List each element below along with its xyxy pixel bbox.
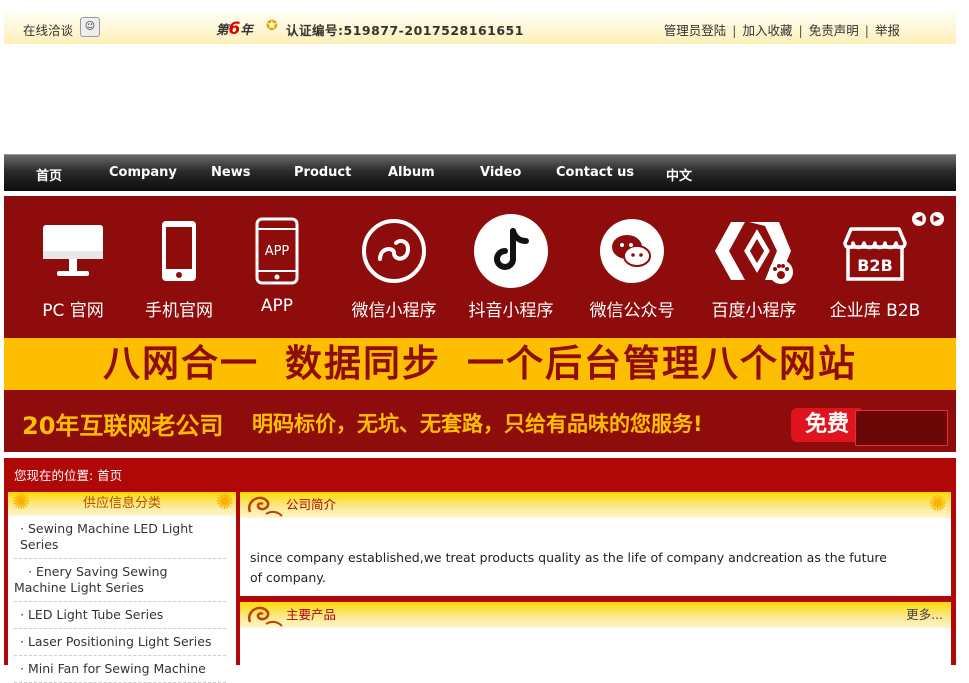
flower-icon: ✺ [215,492,234,515]
free-button[interactable]: 免费 [791,408,861,442]
sidebar-item[interactable]: · LED Light Tube Series [14,602,226,629]
nav-item-contact[interactable]: Contact us [556,165,634,180]
qq-chat-icon[interactable]: ☺ [80,17,100,37]
certification-number: 认证编号:519877-2017528161651 [286,23,524,38]
banner-item-pc: PC 官网 [23,216,123,321]
sidebar-item[interactable]: · Sewing Machine LED Light Series [14,516,226,559]
panel-header: 主要产品 更多... [240,602,951,628]
wechat-miniprogram-icon [362,219,426,283]
mobile-icon [162,221,196,281]
swirl-icon [247,496,283,517]
add-favorite-link[interactable]: 加入收藏 [743,23,793,38]
banner-item-b2b: B2B 企业库 B2B [825,216,925,321]
monitor-icon [43,225,103,276]
banner-label: 微信小程序 [351,301,437,321]
main-navigation: 首页 Company News Product Album Video Cont… [4,154,956,191]
pricing-slogan: 明码标价，无坑、无套路，只给有品味的您服务! [252,412,703,436]
b2b-glyph-text: B2B [857,256,893,275]
banner-tagline: 20年互联网老公司 明码标价，无坑、无套路，只给有品味的您服务! 免费 [4,394,956,452]
banner-item-wechat: 微信公众号 [582,216,682,321]
sidebar-title: 供应信息分类 [82,496,161,511]
nav-item-video[interactable]: Video [480,165,521,180]
products-title: 主要产品 [286,607,337,622]
app-glyph-text: APP [265,244,290,259]
content-area: 您现在的位置: 首页 ✺ 供应信息分类 ✺ · Sewing Machine L… [4,458,956,683]
sidebar: ✺ 供应信息分类 ✺ · Sewing Machine LED Light Se… [8,492,236,683]
wechat-icon [600,219,664,283]
top-links: 管理员登陆 | 加入收藏 | 免责声明 | 举报 [663,23,900,38]
intro-text: since company established,we treat produ… [250,550,887,585]
banner-label: 手机官网 [145,301,213,321]
membership-year: 第6年 [216,19,253,39]
banner-label: PC 官网 [42,301,104,321]
banner-headline: 八网合一 数据同步 一个后台管理八个网站 [4,338,956,390]
disclaimer-link[interactable]: 免责声明 [809,23,859,38]
banner-label: 抖音小程序 [468,301,554,321]
b2b-shop-icon: B2B [843,227,907,281]
admin-login-link[interactable]: 管理员登陆 [664,23,727,38]
nav-item-album[interactable]: Album [388,165,435,180]
banner-label: 微信公众号 [589,301,675,321]
breadcrumb: 您现在的位置: 首页 [14,468,123,483]
main-products-panel: 主要产品 更多... [240,602,951,665]
promo-banner[interactable]: ◀ ▶ PC 官网 手机官网 APP APP 微信小程序 抖音小程序 微信公众号 … [4,196,956,452]
promo-thumbnail [855,410,948,446]
banner-item-app: APP APP [227,216,327,316]
company-age-slogan: 20年互联网老公司 [22,412,224,440]
nav-item-news[interactable]: News [211,165,250,180]
top-bar: 在线洽谈 ☺ 第6年 ✪ 认证编号:519877-2017528161651 管… [4,12,956,44]
banner-item-wechat-mini: 微信小程序 [344,216,444,321]
banner-item-douyin: 抖音小程序 [461,214,561,321]
sidebar-item[interactable]: · Laser Positioning Light Series [14,629,226,656]
company-intro-panel: 公司简介 ✺ since company established,we trea… [240,492,951,596]
intro-title: 公司简介 [286,497,337,512]
baidu-icon [715,222,793,284]
report-link[interactable]: 举报 [875,23,900,38]
nav-item-product[interactable]: Product [294,165,351,180]
banner-label: 企业库 B2B [829,301,921,321]
nav-item-home[interactable]: 首页 [36,165,62,184]
nav-item-chinese[interactable]: 中文 [666,165,692,184]
sidebar-header: ✺ 供应信息分类 ✺ [8,492,236,516]
banner-label: APP [260,296,294,316]
next-arrow-icon[interactable]: ▶ [930,212,944,226]
panel-header: 公司简介 ✺ [240,492,951,518]
app-icon: APP [255,217,299,285]
banner-item-baidu: 百度小程序 [704,216,804,321]
banner-item-mobile: 手机官网 [129,216,229,321]
flower-icon: ✺ [12,492,31,515]
nav-item-company[interactable]: Company [109,165,177,180]
flower-icon: ✺ [928,492,947,517]
medal-icon: ✪ [266,18,278,34]
douyin-icon [474,214,548,288]
online-chat-label[interactable]: 在线洽谈 [23,20,73,39]
sidebar-item[interactable]: · Mini Fan for Sewing Machine [14,656,226,683]
swirl-icon [247,606,283,627]
sidebar-item[interactable]: · Enery Saving Sewing Machine Light Seri… [14,559,226,602]
more-link[interactable]: 更多... [906,602,943,628]
banner-label: 百度小程序 [711,301,797,321]
